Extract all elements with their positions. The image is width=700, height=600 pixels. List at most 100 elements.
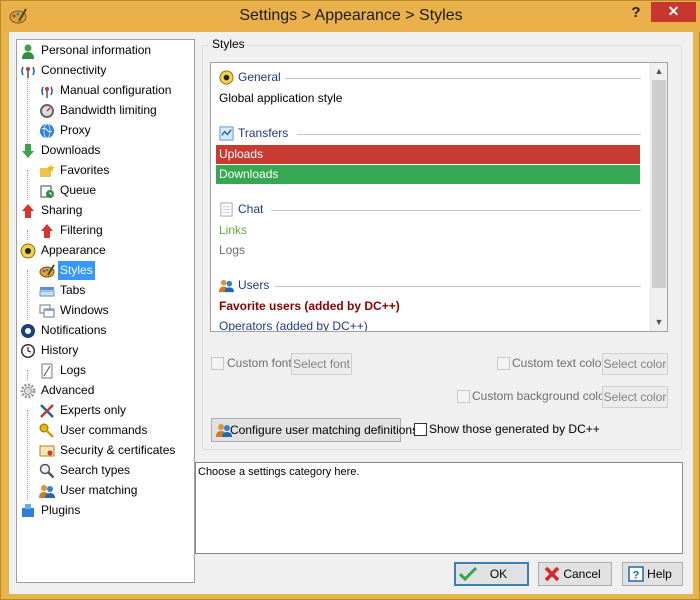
log-icon [41,363,53,379]
users-icon [39,485,55,498]
tree-item-label: History [41,343,79,357]
group-header-transfers: Transfers [219,125,641,143]
tree-item-label: Filtering [60,223,103,237]
antenna-icon [21,66,35,78]
group-header-label: Transfers [238,126,289,140]
queue-icon [40,185,54,198]
tree-item-label: Downloads [41,143,101,157]
tree-item-label: Proxy [60,123,91,137]
tabs-icon [39,287,55,297]
tree-item-label: User matching [60,483,138,497]
group-separator [275,286,641,287]
ok-button[interactable]: OK [454,562,529,586]
transfers-icon [219,126,234,141]
ok-button-label: OK [489,567,508,581]
styles-list-scrollbar[interactable]: ▲ ▼ [650,63,667,331]
tree-item-label: Tabs [60,283,86,297]
custom-text-color-checkbox[interactable] [497,357,510,370]
style-row-downloads[interactable]: Downloads [216,165,640,184]
configure-user-matching-label: Configure user matching definitions [230,423,419,437]
dialog-client: Personal information Connectivity Manual… [9,32,693,594]
group-header-general: General [219,69,641,87]
tree-item-label: Connectivity [41,63,107,77]
cancel-button-label: Cancel [563,567,601,581]
description-box: Choose a settings category here. [195,462,683,554]
styles-list[interactable]: General Global application style Transfe… [210,62,668,332]
style-row-uploads[interactable]: Uploads [216,145,640,164]
scroll-thumb[interactable] [652,80,666,288]
tree-item-label: Queue [60,183,97,197]
plugin-icon [22,504,34,517]
group-header-chat: Chat [219,201,641,219]
help-button-label: Help [647,567,672,581]
style-row-logs[interactable]: Logs [216,241,640,260]
style-row-favorite-users[interactable]: Favorite users (added by DC++) [216,297,640,316]
gauge-icon [40,104,54,118]
group-header-label: Users [238,278,270,292]
filter-arrow-icon [41,224,53,238]
magnifier-icon [39,463,55,479]
style-row-links[interactable]: Links [216,221,640,240]
palette-eye-icon [219,70,234,85]
settings-window: Settings > Appearance > Styles ? ✕ Perso… [0,0,700,600]
show-generated-label: Show those generated by DC++ [429,422,600,436]
tree-item-label: Logs [60,363,87,377]
scroll-up-arrow-icon[interactable]: ▲ [651,63,667,80]
tree-connector [27,70,28,150]
custom-text-color-label: Custom text color [512,356,606,370]
window-title: Settings > Appearance > Styles [239,7,463,24]
help-button[interactable]: ? Help [622,562,683,586]
cancel-button[interactable]: Cancel [538,562,612,586]
title-bar: Settings > Appearance > Styles ? ✕ [1,1,700,32]
tree-item-label: Notifications [41,323,107,337]
tree-item-label: Sharing [41,203,83,217]
select-font-button[interactable]: Select font [291,353,352,375]
group-header-label: Chat [238,202,264,216]
tree-item-label: Advanced [41,383,95,397]
scroll-down-arrow-icon[interactable]: ▼ [651,314,667,331]
tree-item-label: Experts only [60,403,127,417]
style-row-operators[interactable]: Operators (added by DC++) [216,317,640,331]
custom-font-checkbox[interactable] [211,357,224,370]
select-background-color-button[interactable]: Select color [602,386,668,408]
tree-connector [27,170,28,200]
tree-item-label: Search types [60,463,131,477]
configure-user-matching-button[interactable]: Configure user matching definitions [211,418,418,442]
custom-font-label: Custom font [227,356,292,370]
users-icon [219,279,234,293]
custom-background-color-checkbox[interactable] [457,390,470,403]
palette-icon [39,264,55,278]
tree-connector [27,230,28,240]
tree-connector [27,410,28,500]
style-row-global[interactable]: Global application style [216,89,640,108]
tree-item-label: Favorites [60,163,110,177]
tree-item-label: Plugins [41,503,81,517]
certificate-icon [39,445,55,457]
tree-item-label: Personal information [41,43,152,57]
up-arrow-icon [22,204,34,218]
tree-item-label: Styles [58,261,95,280]
title-help-button[interactable]: ? [627,4,645,24]
tree-item-label: Bandwidth limiting [60,103,157,117]
folder-star-icon [40,164,55,177]
tree-item-label: Security & certificates [60,443,176,457]
group-separator [271,210,641,211]
key-icon [39,423,54,438]
settings-category-tree[interactable]: Personal information Connectivity Manual… [16,39,195,583]
notification-icon [21,324,35,338]
gear-icon [20,383,36,399]
palette-eye-icon [20,243,36,259]
person-icon [22,44,34,59]
group-separator [285,78,641,79]
show-generated-checkbox[interactable] [414,423,427,436]
styles-groupbox-legend: Styles [209,37,248,51]
group-separator [297,134,641,135]
select-text-color-button[interactable]: Select color [602,353,668,375]
tools-icon [40,404,54,418]
group-header-users: Users [219,277,641,295]
custom-background-color-label: Custom background color [472,389,609,403]
close-button[interactable]: ✕ [651,2,696,22]
tree-connector [27,270,28,320]
windows-icon [39,304,55,318]
tree-item-label: Manual configuration [60,83,172,97]
